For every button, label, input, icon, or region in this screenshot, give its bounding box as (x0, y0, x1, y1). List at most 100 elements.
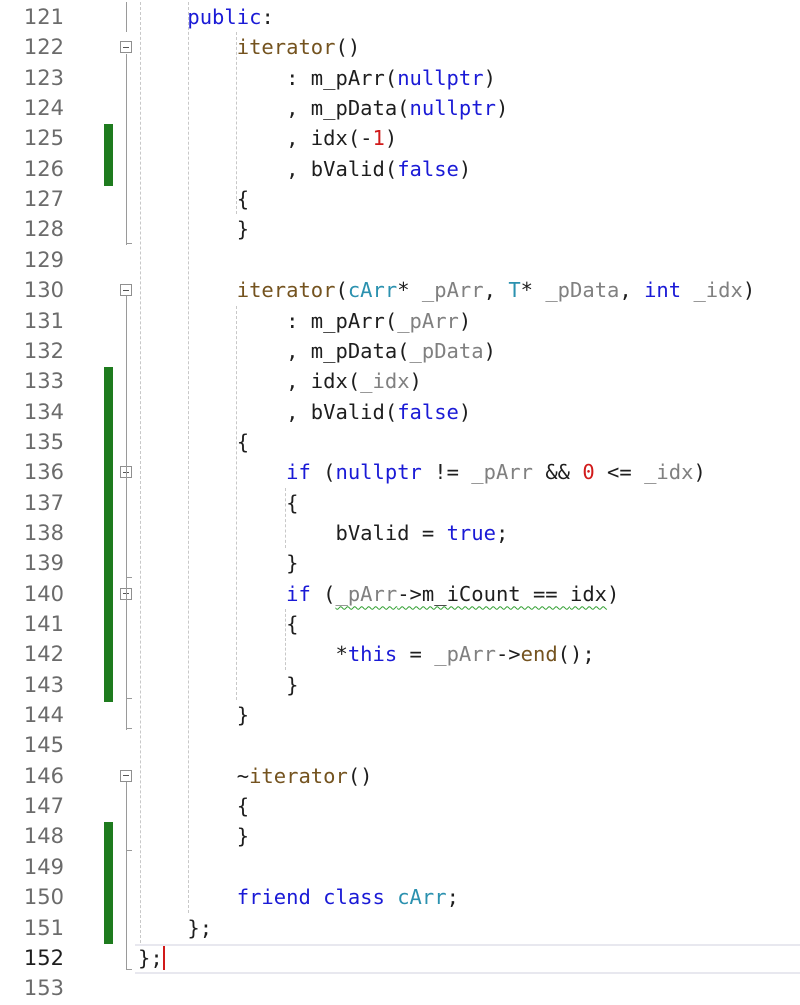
code-token: iterator (249, 763, 348, 788)
code-line[interactable]: , idx(_idx) (138, 366, 422, 396)
line-number: 125 (23, 126, 64, 151)
code-token: , idx(- (138, 126, 373, 151)
code-token: } (138, 551, 299, 576)
collapse-icon[interactable] (120, 41, 132, 54)
line-number: 145 (23, 733, 64, 758)
code-line[interactable]: if (nullptr != _pArr && 0 <= _idx) (138, 457, 706, 487)
code-token: , bValid( (138, 156, 398, 181)
code-token: , bValid( (138, 399, 398, 424)
code-line[interactable]: , m_pData(_pData) (138, 336, 496, 366)
code-token: ) (607, 581, 620, 606)
code-line[interactable]: public: (138, 2, 274, 32)
collapse-icon[interactable] (120, 284, 132, 297)
code-line[interactable]: { (138, 791, 249, 821)
code-token: * (520, 278, 546, 303)
line-number: 140 (23, 581, 64, 606)
line-number: 153 (23, 976, 64, 1001)
code-line[interactable]: iterator() (138, 32, 360, 62)
code-line[interactable]: friend class cArr; (138, 882, 459, 912)
line-number: 121 (23, 5, 64, 29)
code-token: _idx (644, 460, 694, 485)
code-line[interactable]: } (138, 214, 249, 244)
code-line[interactable]: } (138, 700, 249, 730)
code-token: }; (138, 915, 213, 940)
code-token: ) (742, 278, 756, 303)
fold-outline (126, 478, 127, 579)
line-number: 129 (23, 247, 64, 272)
code-token: _pData (545, 278, 620, 303)
code-line[interactable]: { (138, 609, 298, 639)
change-indicator (104, 488, 113, 520)
code-editor[interactable]: 121 public: 122 iterator() 123 : m_pArr(nu… (0, 0, 800, 1005)
code-token: public (187, 5, 262, 29)
code-token: * (397, 278, 422, 303)
code-token: _pArr (397, 308, 459, 333)
line-number: 149 (23, 854, 64, 879)
change-indicator (104, 367, 113, 399)
code-line[interactable]: } (138, 670, 298, 700)
code-token: ) (458, 156, 472, 181)
code-token: ) (384, 126, 398, 151)
code-token: } (138, 824, 250, 849)
code-token: != (421, 460, 472, 485)
code-line[interactable]: } (138, 821, 249, 851)
code-line[interactable]: : m_pArr(nullptr) (138, 63, 496, 93)
code-line[interactable]: , idx(-1) (138, 123, 397, 153)
change-indicator (104, 670, 113, 702)
fold-outline (126, 781, 127, 852)
code-token: } (138, 672, 299, 697)
code-line[interactable]: iterator(cArr* _pArr, T* _pData, int _id… (138, 275, 755, 305)
change-indicator (104, 518, 113, 550)
fold-outline (126, 53, 127, 245)
code-token: bValid = (138, 520, 447, 545)
code-token: iterator (236, 35, 336, 60)
code-token: nullptr (409, 96, 496, 121)
line-number: 151 (23, 915, 64, 940)
code-token: (); (557, 642, 595, 667)
code-token: this (347, 642, 398, 667)
line-number: 128 (23, 217, 64, 242)
indent-guide (236, 305, 238, 701)
code-token: : (261, 5, 274, 29)
line-number: 135 (23, 429, 64, 454)
code-line[interactable]: if (_pArr->m_iCount == idx) (138, 579, 619, 609)
code-line[interactable]: , m_pData(nullptr) (138, 93, 508, 123)
code-token: { (138, 490, 299, 515)
code-token: cArr (347, 278, 398, 303)
code-token: { (138, 429, 250, 454)
code-token: ( (310, 581, 336, 606)
code-token: ->m_iCount == (397, 581, 570, 606)
code-token: ) (458, 308, 472, 333)
code-token: ) (409, 369, 422, 394)
code-line[interactable]: } (138, 548, 298, 578)
code-line[interactable]: { (138, 427, 249, 457)
code-line[interactable]: { (138, 184, 249, 214)
code-line[interactable]: *this = _pArr->end(); (138, 639, 595, 669)
code-token: , idx( (138, 369, 361, 394)
code-line[interactable]: }; (138, 943, 165, 973)
line-number: 152 (23, 945, 64, 970)
fold-outline (126, 942, 127, 970)
text-cursor (162, 945, 165, 970)
indent-guide (284, 609, 286, 670)
line-number: 122 (23, 35, 64, 60)
code-line[interactable]: ~iterator() (138, 761, 373, 791)
change-indicator (104, 610, 113, 641)
line-number: 147 (23, 794, 64, 819)
fold-end-marker (126, 698, 132, 700)
code-token: false (397, 399, 459, 424)
code-line[interactable]: bValid = true; (138, 518, 508, 548)
code-token: 1 (372, 126, 385, 151)
change-indicator (104, 458, 113, 490)
code-line[interactable]: }; (138, 913, 212, 943)
code-token: if (286, 581, 311, 606)
code-token: && (532, 460, 583, 485)
collapse-icon[interactable] (120, 769, 132, 782)
current-line-highlight (135, 943, 800, 974)
code-token: _pArr (471, 460, 533, 485)
line-number: 131 (23, 308, 64, 333)
code-token: } (138, 703, 250, 728)
code-line[interactable]: { (138, 488, 298, 518)
